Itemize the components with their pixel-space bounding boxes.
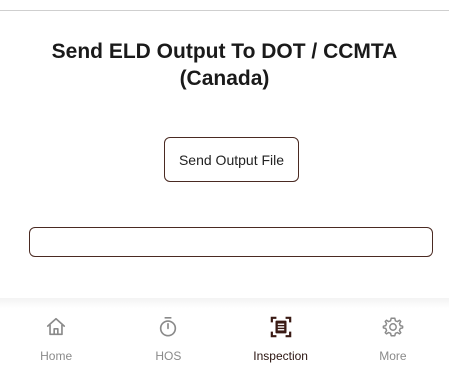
- page-title: Send ELD Output To DOT / CCMTA (Canada): [0, 38, 449, 92]
- stopwatch-icon: [160, 317, 177, 337]
- nav-label-hos: HOS: [155, 349, 182, 363]
- bottom-navigation: Home HOS Inspection More: [0, 306, 449, 376]
- nav-item-home[interactable]: Home: [0, 306, 112, 376]
- nav-label-inspection: Inspection: [253, 349, 308, 363]
- page-title-line-1: Send ELD Output To DOT / CCMTA: [51, 40, 398, 63]
- nav-item-more[interactable]: More: [337, 306, 449, 376]
- send-output-file-button[interactable]: Send Output File: [164, 137, 299, 182]
- home-icon: [47, 317, 66, 336]
- top-divider: [0, 10, 449, 11]
- nav-item-hos[interactable]: HOS: [112, 306, 224, 376]
- nav-label-more: More: [379, 349, 407, 363]
- nav-label-home: Home: [40, 349, 73, 363]
- gear-icon: [382, 317, 404, 337]
- inspection-scan-icon: [270, 316, 291, 338]
- page-title-line-2: (Canada): [179, 67, 270, 90]
- output-comment-field[interactable]: [29, 227, 433, 257]
- nav-item-inspection[interactable]: Inspection: [225, 306, 337, 376]
- eld-output-screen: Send ELD Output To DOT / CCMTA (Canada) …: [0, 0, 449, 376]
